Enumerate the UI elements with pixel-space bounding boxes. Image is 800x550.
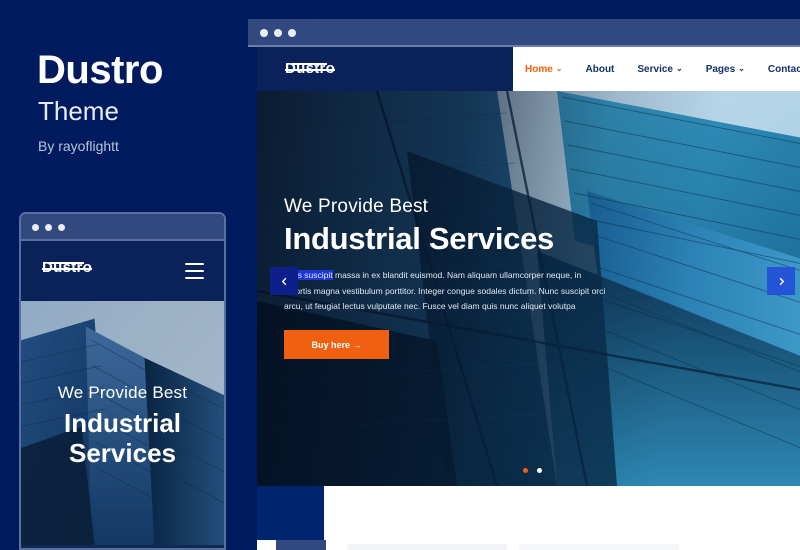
site-nav: Dustro Home ⌄ About [257,47,800,91]
nav-logo-block: Dustro [257,47,513,91]
hero-lead: We Provide Best [284,196,429,217]
chevron-down-icon: ⌄ [555,64,563,73]
nav-item-home[interactable]: Home ⌄ [525,64,563,75]
mobile-hero: We Provide Best Industrial Services [21,301,224,548]
hero-content: We Provide Best Industrial Services Cras… [284,196,609,360]
mobile-preview-window: Dustro [19,212,226,550]
buy-here-button[interactable]: Buy here → [284,330,389,360]
nav-item-service[interactable]: Service ⌄ [637,64,682,75]
hero-paragraph: Cras suscipit massa in ex blandit euismo… [284,268,609,315]
carousel-dot-2[interactable] [537,468,542,473]
promo-title: Dustro [37,48,163,92]
nav-item-pages[interactable]: Pages ⌄ [706,64,745,75]
logo-rule-top [49,262,85,264]
website-page: Dustro Home ⌄ About [257,47,800,550]
nav-item-label: About [585,63,615,75]
hero-section: We Provide Best Industrial Services Cras… [257,91,800,486]
hamburger-bar [185,263,204,265]
carousel-next-button[interactable] [767,267,795,295]
below-fold-band [276,540,326,550]
below-fold-card [519,544,679,550]
below-fold-section [257,486,800,550]
carousel-prev-button[interactable] [270,267,298,295]
hero-title: Industrial Services [284,221,554,256]
nav-item-about[interactable]: About [586,64,615,75]
window-dot[interactable] [288,29,296,37]
logo-rule-mid [42,268,93,270]
chevron-down-icon: ⌄ [675,64,683,73]
hamburger-bar [185,270,204,272]
mobile-hero-lead: We Provide Best [57,383,188,402]
logo-rule-top [292,63,328,65]
screenshot-root: Dustro Theme By rayoflightt Dustro [0,0,800,550]
desktop-window-dots [260,29,296,37]
mobile-site-nav: Dustro [21,241,224,301]
desktop-titlebar [248,19,800,47]
desktop-preview-window: Dustro Home ⌄ About [248,19,800,550]
window-dot[interactable] [260,29,268,37]
nav-item-label: Home [525,63,553,75]
nav-menu: Home ⌄ About Service ⌄ Pages ⌄ Contac [525,47,800,91]
window-dot[interactable] [32,224,39,231]
site-logo[interactable]: Dustro [285,60,336,78]
nav-item-label: Pages [705,63,736,75]
nav-item-contact[interactable]: Contact ⌄ [768,64,800,75]
window-dot[interactable] [274,29,282,37]
hamburger-icon[interactable] [185,263,204,279]
window-dot[interactable] [58,224,65,231]
desktop-body: Dustro Home ⌄ About [248,47,800,550]
mobile-hero-text: We Provide Best Industrial Services [21,383,224,468]
carousel-dot-1[interactable] [523,468,528,473]
below-fold-card [347,544,507,550]
nav-item-label: Service [637,63,673,75]
carousel-dots [257,468,800,473]
below-fold-navy-block [257,486,324,540]
mobile-hero-title-line1: Industrial [63,408,181,438]
logo-rule-mid [285,69,336,71]
chevron-left-icon [281,277,286,285]
window-dot[interactable] [45,224,52,231]
promo-subtitle: Theme [38,96,119,126]
mobile-window-dots [32,224,65,231]
hamburger-bar [185,277,204,279]
promo-author: By rayoflightt [38,138,119,154]
mobile-hero-title-line2: Services [69,438,176,469]
mobile-titlebar [21,214,224,241]
chevron-down-icon: ⌄ [738,64,745,73]
nav-item-label: Contact [767,63,800,75]
mobile-logo[interactable]: Dustro [42,259,93,277]
hero-paragraph-rest: massa in ex blandit euismod. Nam aliquam… [284,270,606,312]
chevron-right-icon [779,277,784,285]
